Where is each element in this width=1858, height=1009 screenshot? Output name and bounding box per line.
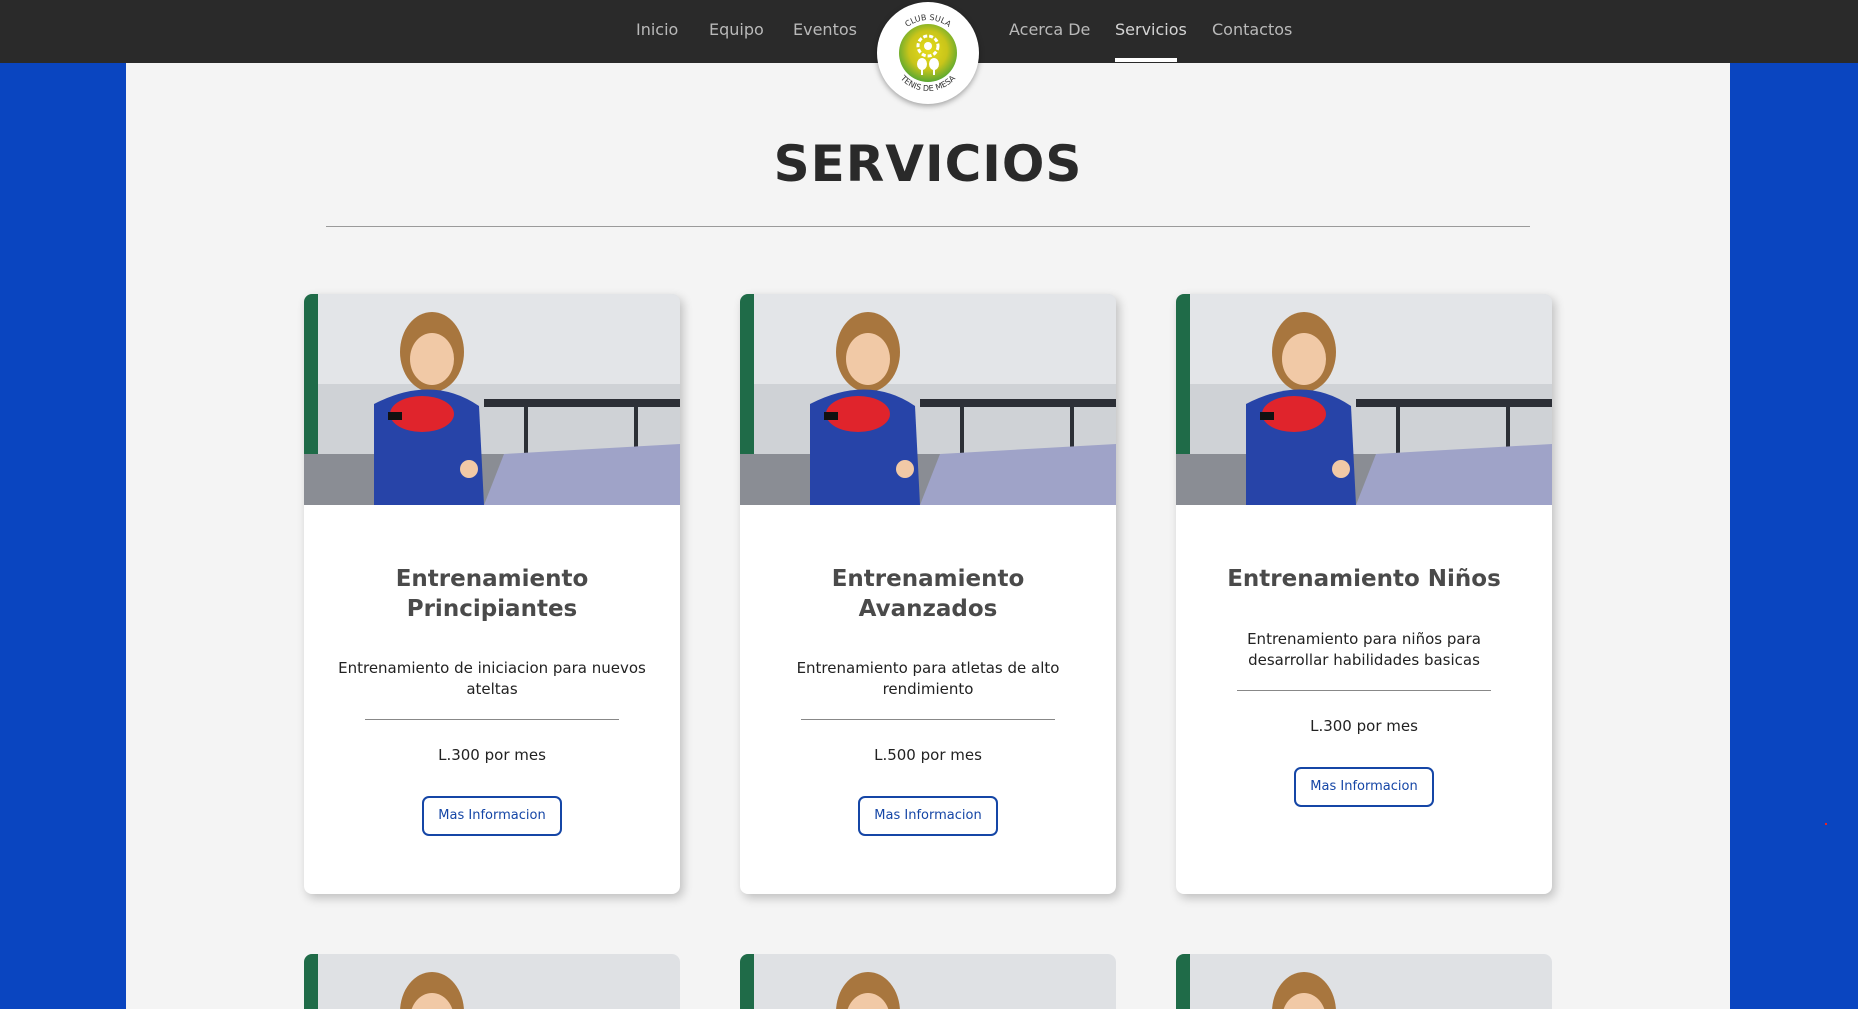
service-card-ninos: Entrenamiento Niños Entrenamiento para n… <box>1176 294 1552 894</box>
card-image-ping-pong-girl <box>1176 954 1552 1009</box>
card-divider <box>365 719 619 720</box>
card-title-line1: Entrenamiento Niños <box>1227 566 1501 592</box>
card-image-ping-pong-girl <box>1176 294 1552 505</box>
service-card-principiantes: Entrenamiento Principiantes Entrenamient… <box>304 294 680 894</box>
title-divider <box>326 226 1530 227</box>
nav-link-inicio[interactable]: Inicio <box>636 20 678 39</box>
nav-link-contactos[interactable]: Contactos <box>1212 20 1292 39</box>
service-card-partial <box>304 954 680 1009</box>
card-price: L.300 por mes <box>1310 717 1418 735</box>
service-card-partial <box>740 954 1116 1009</box>
service-card-avanzados: Entrenamiento Avanzados Entrenamiento pa… <box>740 294 1116 894</box>
page-title: SERVICIOS <box>773 135 1083 193</box>
card-divider <box>801 719 1055 720</box>
club-logo[interactable]: CLUB SULA TENIS DE MESA <box>877 2 979 104</box>
card-title-line1: Entrenamiento <box>395 566 589 592</box>
card-image-ping-pong-girl <box>304 294 680 505</box>
stray-pixel <box>1825 823 1827 825</box>
service-card-partial <box>1176 954 1552 1009</box>
nav-link-eventos[interactable]: Eventos <box>793 20 857 39</box>
card-title: Entrenamiento Avanzados <box>760 564 1096 624</box>
card-title: Entrenamiento Principiantes <box>324 564 660 624</box>
nav-link-acerca-de[interactable]: Acerca De <box>1009 20 1090 39</box>
card-description: Entrenamiento para niños para desarrolla… <box>1247 630 1481 669</box>
card-title-line1: Entrenamiento <box>831 566 1025 592</box>
card-divider <box>1237 690 1491 691</box>
card-title: Entrenamiento Niños <box>1196 564 1532 594</box>
card-image-ping-pong-girl <box>740 954 1116 1009</box>
active-nav-indicator <box>1115 58 1177 62</box>
card-title-line2: Avanzados <box>858 596 998 622</box>
card-image-ping-pong-girl <box>740 294 1116 505</box>
nav-link-equipo[interactable]: Equipo <box>709 20 764 39</box>
club-logo-emblem: CLUB SULA TENIS DE MESA <box>879 4 977 102</box>
card-image-ping-pong-girl <box>304 954 680 1009</box>
mas-informacion-button[interactable]: Mas Informacion <box>858 796 998 836</box>
card-price: L.500 por mes <box>874 746 982 764</box>
main-content: SERVICIOS Entrenamiento Principiantes En… <box>126 63 1730 1009</box>
card-price: L.300 por mes <box>438 746 546 764</box>
mas-informacion-button[interactable]: Mas Informacion <box>422 796 562 836</box>
nav-link-servicios[interactable]: Servicios <box>1115 20 1187 39</box>
card-title-line2: Principiantes <box>406 596 578 622</box>
card-description: Entrenamiento para atletas de alto rendi… <box>796 659 1060 698</box>
mas-informacion-button[interactable]: Mas Informacion <box>1294 767 1434 807</box>
card-description: Entrenamiento de iniciacion para nuevos … <box>338 659 646 698</box>
